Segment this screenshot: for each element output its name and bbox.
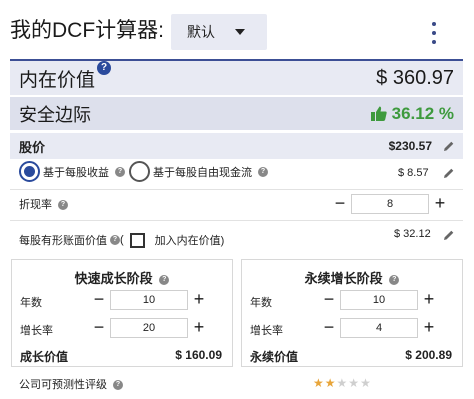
intrinsic-value-amount: $ 360.97 (376, 66, 454, 89)
help-icon[interactable]: ? (58, 200, 69, 211)
terminal-rate-minus-button[interactable]: − (318, 317, 340, 339)
tangible-book-label: 每股有形账面价值 (19, 235, 107, 247)
radio-fcf-label: 基于每股自由现金流 (153, 166, 252, 179)
growth-rate-input[interactable]: 20 (110, 318, 188, 338)
terminal-stage-panel: 永续增长阶段 ? 年数 − 10 + 增长率 − 4 + 永续价值 $ 200.… (241, 259, 463, 367)
divider (10, 189, 463, 190)
terminal-years-plus-button[interactable]: + (418, 289, 440, 311)
terminal-value-amount: $ 200.89 (405, 348, 452, 362)
radio-eps[interactable]: 基于每股收益 ? (19, 161, 125, 182)
growth-value-amount: $ 160.09 (175, 348, 222, 362)
terminal-years-input[interactable]: 10 (340, 290, 418, 310)
basis-value: $ 8.57 (398, 167, 429, 179)
terminal-years-stepper: − 10 + (318, 289, 440, 311)
star-filled-icon: ★ (324, 376, 336, 390)
page-title: 我的DCF计算器: (10, 19, 164, 42)
radio-eps-label: 基于每股收益 (43, 166, 109, 179)
growth-years-stepper: − 10 + (88, 289, 210, 311)
star-filled-icon: ★ (313, 376, 324, 390)
growth-years-minus-button[interactable]: − (88, 289, 110, 311)
add-to-intrinsic-label: 加入内在价值) (154, 235, 225, 247)
terminal-rate-label: 增长率 (250, 325, 283, 337)
radio-fcf-circle (129, 161, 150, 182)
discount-rate-label: 折现率 (19, 199, 52, 211)
growth-rate-plus-button[interactable]: + (188, 317, 210, 339)
growth-value-label: 成长价值 (20, 350, 69, 364)
thumbs-up-icon (370, 106, 387, 121)
basis-radio-group: 基于每股收益 ? 基于每股自由现金流 ? (10, 161, 463, 185)
help-icon[interactable]: ? (159, 274, 170, 285)
growth-rate-minus-button[interactable]: − (88, 317, 110, 339)
star-empty-icon: ★ (336, 376, 348, 390)
discount-rate-stepper: − 8 + (329, 193, 451, 215)
terminal-rate-input[interactable]: 4 (340, 318, 418, 338)
stock-price-value: $230.57 (388, 139, 432, 153)
growth-years-plus-button[interactable]: + (188, 289, 210, 311)
help-icon[interactable]: ? (97, 60, 112, 75)
margin-of-safety-value: 36.12 % (391, 103, 454, 123)
help-icon[interactable]: ? (113, 380, 124, 391)
growth-stage-title: 快速成长阶段 (74, 271, 153, 286)
edit-price-icon[interactable] (443, 140, 455, 152)
more-vertical-icon[interactable] (425, 22, 443, 44)
add-to-intrinsic-checkbox[interactable] (129, 232, 145, 248)
terminal-years-label: 年数 (250, 297, 272, 309)
growth-years-input[interactable]: 10 (110, 290, 188, 310)
terminal-years-minus-button[interactable]: − (318, 289, 340, 311)
stock-price-label: 股价 (19, 139, 46, 155)
help-icon[interactable]: ? (389, 274, 400, 285)
edit-basis-icon[interactable] (443, 167, 455, 179)
terminal-rate-stepper: − 4 + (318, 317, 440, 339)
tangible-book-value: $ 32.12 (394, 228, 431, 240)
growth-years-label: 年数 (20, 297, 42, 309)
preset-dropdown[interactable]: 默认 (171, 14, 267, 50)
tangible-book-paren: ( (120, 234, 124, 246)
intrinsic-value-label: 内在价值 (19, 69, 96, 91)
radio-eps-circle (19, 161, 40, 182)
radio-fcf[interactable]: 基于每股自由现金流 ? (129, 161, 268, 182)
divider (10, 220, 463, 221)
growth-rate-label: 增长率 (20, 325, 53, 337)
stock-price-row: 股价 $230.57 (10, 133, 463, 159)
terminal-rate-plus-button[interactable]: + (418, 317, 440, 339)
discount-rate-input[interactable]: 8 (351, 194, 429, 214)
caret-down-icon (235, 29, 245, 35)
discount-rate-minus-button[interactable]: − (329, 193, 351, 215)
terminal-value-label: 永续价值 (250, 350, 299, 364)
margin-of-safety-label: 安全边际 (19, 104, 91, 125)
terminal-stage-title: 永续增长阶段 (304, 271, 383, 286)
growth-rate-stepper: − 20 + (88, 317, 210, 339)
preset-dropdown-value: 默认 (187, 24, 215, 40)
star-empty-icon: ★ (348, 376, 360, 390)
edit-tangible-book-icon[interactable] (443, 229, 455, 241)
help-icon[interactable]: ? (110, 235, 120, 245)
margin-of-safety-row: 安全边际 36.12 % (10, 97, 463, 130)
predictability-rating: ★ ★ ★ ★ ★ (313, 377, 371, 389)
help-icon[interactable]: ? (258, 166, 268, 177)
growth-stage-panel: 快速成长阶段 ? 年数 − 10 + 增长率 − 20 + 成长价值 $ 160… (11, 259, 233, 367)
star-empty-icon: ★ (360, 376, 371, 390)
help-icon[interactable]: ? (115, 166, 125, 177)
predictability-label: 公司可预测性评级 (19, 379, 107, 391)
discount-rate-plus-button[interactable]: + (429, 193, 451, 215)
intrinsic-value-row: 内在价值 ? $ 360.97 (10, 59, 463, 95)
